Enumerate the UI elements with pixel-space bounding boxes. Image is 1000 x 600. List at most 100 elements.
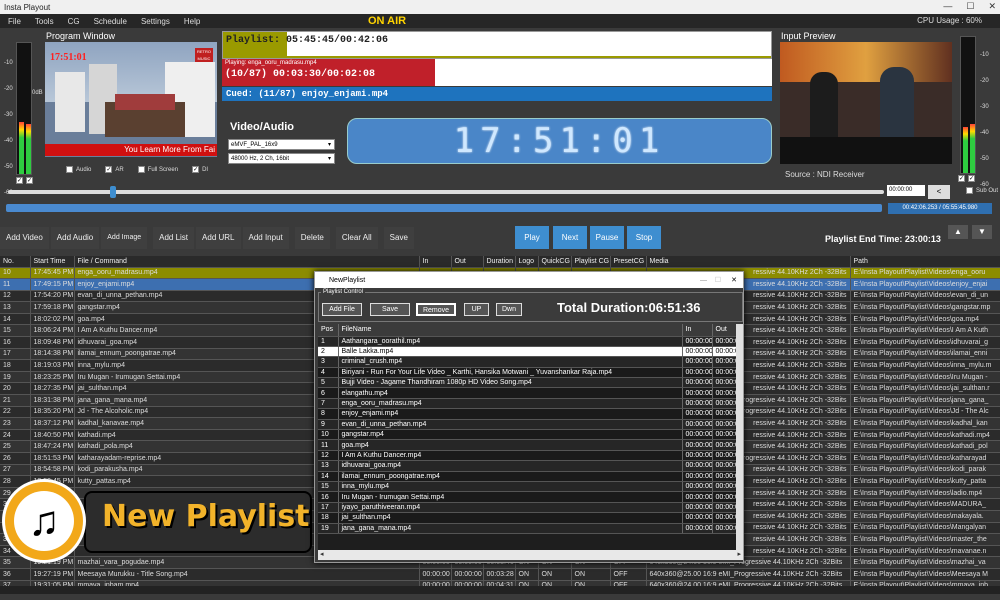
list-item[interactable]: 15inna_mylu.mp400:00:0000:00:00 [318,481,736,493]
time-input[interactable]: 00:00:00 [887,185,925,196]
ar-checkbox[interactable]: ✓ [105,166,113,173]
remove-button[interactable]: Remove [416,303,456,316]
dialog-save-button[interactable]: Save [370,303,410,316]
list-item[interactable]: 18jai_sulthan.mp400:00:0000:00:00 [318,512,736,524]
list-item[interactable]: 19jana_gana_mana.mp400:00:0000:00:00 [318,523,736,534]
table-cell: Bujji Video - Jagame Thandhiram 1080p HD… [338,377,683,389]
table-cell: 00:00:00 [712,408,736,420]
minimize-icon[interactable]: — [943,1,952,12]
add-audio-button[interactable]: Add Audio [50,227,100,249]
list-item[interactable]: 13idhuvarai_goa.mp400:00:0000:00:00 [318,460,736,472]
table-cell: 00:00:00 [682,460,713,472]
maximize-icon[interactable]: ☐ [966,1,974,12]
close-icon[interactable]: ✕ [988,1,996,12]
list-item[interactable]: 4 Biriyani - Run For Your Life Video _ Ka… [318,367,736,379]
pause-button[interactable]: Pause [590,226,624,249]
add-list-button[interactable]: Add List [153,227,195,249]
clear-all-button[interactable]: Clear All [335,227,378,249]
move-down-icon[interactable]: ▼ [972,225,992,239]
scroll-left-icon[interactable]: ◂ [320,550,324,558]
table-cell: E:\Insta Playout\Playlist\Videos\Iru Mug… [850,371,1000,384]
menu-schedule[interactable]: Schedule [94,17,127,26]
list-item[interactable]: 12I Am A Kuthu Dancer.mp400:00:0000:00:0… [318,450,736,462]
program-ticker: You Learn More From Fai [45,144,217,156]
table-cell: Aathangara_oorathil.mp4 [338,336,683,347]
table-cell: 00:00:00 [682,377,713,389]
right-meter-check-1[interactable]: ✓ [958,175,965,183]
sub-out-checkbox[interactable] [966,187,973,194]
list-item[interactable]: 3criminal_crush.mp400:00:0000:00:00 [318,356,736,368]
list-item[interactable]: 10gangstar.mp400:00:0000:00:00 [318,429,736,441]
list-item[interactable]: 1Aathangara_oorathil.mp400:00:0000:00:00 [318,336,736,347]
dialog-maximize-icon[interactable]: ☐ [715,276,721,284]
menu-help[interactable]: Help [184,17,200,26]
table-cell: 11 [0,278,31,291]
table-cell: 00:03:28 [483,568,516,581]
dialog-horizontal-scrollbar[interactable]: ◂ ▸ [318,550,743,560]
dialog-titlebar: NewPlaylist — ☐ ✕ [315,272,743,288]
add-image-button[interactable]: Add Image [101,227,148,249]
table-cell: 00:00:00 [712,429,736,441]
next-button[interactable]: Next [553,226,587,249]
add-input-button[interactable]: Add Input [242,227,289,249]
menu-file[interactable]: File [8,17,21,26]
save-button[interactable]: Save [383,227,414,249]
table-cell: 00:00:00 [712,356,736,368]
list-item[interactable]: 8enjoy_enjami.mp400:00:0000:00:00 [318,408,736,420]
dialog-close-icon[interactable]: ✕ [731,276,737,284]
list-item[interactable]: 14 ilamai_ennum_poongatrae.mp4 00:00:00 00:… [318,471,736,482]
list-item[interactable]: 6elangathu.mp400:00:0000:00:00 [318,387,736,399]
dialog-vertical-scrollbar[interactable] [736,324,743,550]
add-file-button[interactable]: Add File [322,303,362,316]
list-item[interactable]: 9evan_di_unna_pethan.mp400:00:0000:00:00 [318,419,736,431]
menu-cg[interactable]: CG [68,17,80,26]
table-cell: E:\Insta Playout\Playlist\Videos\MADURA_ [850,498,1000,511]
table-cell: E:\Insta Playout\Playlist\Videos\jai_sul… [850,382,1000,396]
grid-horizontal-scrollbar[interactable] [0,586,1000,594]
right-meter-check-2[interactable]: ✓ [968,175,975,183]
menu-settings[interactable]: Settings [141,17,170,26]
stop-button[interactable]: Stop [627,226,661,249]
audio-checkbox[interactable] [66,166,73,173]
table-row[interactable]: 36 19:27:19 PM Meesaya Murukku - Title Son… [0,568,1000,581]
list-item[interactable]: 2Balle Lakka.mp400:00:0000:00:00 [318,346,736,358]
playing-progress: (10/87) 00:03:30/00:02:08 [225,69,376,80]
table-cell: 00:00:00 [712,502,736,514]
fullscreen-checkbox[interactable] [137,166,145,173]
table-cell: 00:00:00 [682,356,713,368]
list-item[interactable]: 5 Bujji Video - Jagame Thandhiram 1080p H… [318,377,736,389]
down-button[interactable]: Dwn [496,303,522,316]
new-playlist-dialog: NewPlaylist — ☐ ✕ Playlist Control Add F… [314,271,744,563]
table-cell: elangathu.mp4 [338,387,683,399]
move-up-icon[interactable]: ▲ [948,225,968,239]
menu-tools[interactable]: Tools [35,17,54,26]
table-cell: E:\Insta Playout\Playlist\Videos\enjoy_e… [850,278,1000,291]
table-cell: 00:00:00 [712,419,736,431]
video-format-select[interactable]: eMVF_PAL_16x9 ▾ [228,139,335,150]
left-meter-check-2[interactable]: ✓ [26,177,33,185]
di-checkbox[interactable]: ✓ [192,166,200,173]
add-video-button[interactable]: Add Video [0,227,49,249]
audio-format-select[interactable]: 48000 Hz, 2 Ch, 16bit ▾ [228,153,335,164]
table-cell: ON [515,568,539,581]
play-button[interactable]: Play [515,226,549,249]
seek-slider-handle[interactable] [110,186,116,198]
scroll-right-icon[interactable]: ▸ [737,550,741,558]
playlist-progress-box: Playlist: 05:45:45/00:42:06 [222,31,772,59]
list-item[interactable]: 11goa.mp400:00:0000:00:00 [318,439,736,451]
retro-music-logo: RETRO MUSIC [195,48,213,62]
dialog-minimize-icon[interactable]: — [700,277,707,284]
list-item[interactable]: 16 Iru Mugan - Irumugan Settai.mp4 00:00:0… [318,491,736,503]
list-item[interactable]: 17iyayo_paruthiveeran.mp400:00:0000:00:0… [318,502,736,514]
seek-slider[interactable] [8,190,884,194]
list-item[interactable]: 7enga_ooru_madrasu.mp400:00:0000:00:00 [318,398,736,410]
table-cell: 00:00:00 [712,481,736,493]
back-button[interactable]: < [928,185,950,199]
table-cell: 00:00:00 [682,439,713,451]
add-url-button[interactable]: Add URL [196,227,241,249]
delete-button[interactable]: Delete [294,227,330,249]
table-cell: idhuvarai_goa.mp4 [338,460,683,472]
table-cell: E:\Insta Playout\Playlist\Videos\inna_my… [850,359,1000,372]
left-meter-check-1[interactable]: ✓ [16,177,23,185]
up-button[interactable]: UP [464,303,489,316]
